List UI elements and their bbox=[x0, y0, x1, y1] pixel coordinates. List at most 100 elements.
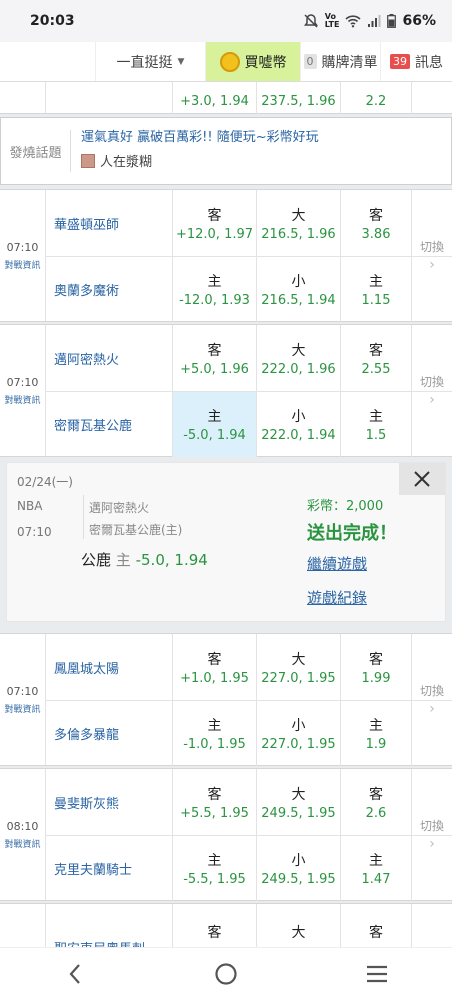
team-name[interactable]: 邁阿密熱火 bbox=[46, 325, 173, 391]
team-name[interactable]: 密爾瓦基公鹿 bbox=[46, 392, 173, 457]
match-info-link[interactable]: 對戰資訊 bbox=[4, 702, 40, 715]
match-info-link[interactable]: 對戰資訊 bbox=[4, 837, 40, 850]
odds-total[interactable]: 大 222.0, 1.96 bbox=[257, 325, 341, 391]
team-name[interactable]: 多倫多暴龍 bbox=[46, 701, 173, 766]
odds-spread[interactable]: 主 -5.5, 1.95 bbox=[173, 836, 257, 901]
odds-total[interactable]: 小 222.0, 1.94 bbox=[257, 392, 341, 457]
odds-moneyline[interactable]: 客 2.6 bbox=[341, 769, 412, 835]
recents-icon bbox=[366, 965, 387, 983]
team-name[interactable]: 克里夫蘭騎士 bbox=[46, 836, 173, 901]
buy-coins-button[interactable]: 買噓幣 bbox=[206, 42, 301, 81]
odds-moneyline[interactable]: 客 2.55 bbox=[341, 325, 412, 391]
odds-value: -1.0, 1.95 bbox=[183, 737, 246, 752]
volte-icon: Vo LTE bbox=[324, 12, 340, 29]
odds-moneyline[interactable]: 客 3.86 bbox=[341, 190, 412, 256]
odds-label: 大 bbox=[291, 651, 306, 668]
odds-spread[interactable]: 客 +12.0, 1.97 bbox=[173, 190, 257, 256]
popup-league: NBA bbox=[17, 499, 43, 513]
switch-label: 切換 bbox=[419, 375, 444, 389]
odds-value: -5.5, 1.95 bbox=[183, 872, 246, 887]
game-list: +3.0, 1.94 237.5, 1.96 2.2 發燒話題 運氣真好 贏破百… bbox=[0, 82, 452, 947]
game-card: 08:10 對戰資訊 曼斐斯灰熊 客 +5.5, 1.95 大 249.5, 1.9… bbox=[0, 768, 452, 901]
team-name[interactable]: 曼斐斯灰熊 bbox=[46, 769, 173, 835]
odds-label: 小 bbox=[291, 718, 306, 734]
game-card: 聖安東尼奧馬刺 客 大 客 bbox=[0, 903, 452, 947]
odds-spread[interactable]: 客 +5.0, 1.96 bbox=[173, 325, 257, 391]
odds-total[interactable]: 小 216.5, 1.94 bbox=[257, 257, 341, 322]
system-nav-bar bbox=[0, 947, 452, 1000]
chevron-right-icon: › bbox=[429, 701, 435, 717]
odds-value: 2.55 bbox=[361, 361, 391, 377]
odds-label: 大 bbox=[291, 207, 306, 224]
switch-label: 切換 bbox=[419, 819, 444, 833]
odds-label: 主 bbox=[207, 853, 222, 869]
switch-button[interactable]: 切換 › bbox=[412, 769, 452, 900]
odds-spread[interactable]: 主 -12.0, 1.93 bbox=[173, 257, 257, 322]
odds-moneyline[interactable]: 主 1.15 bbox=[341, 257, 412, 322]
odds-spread[interactable]: 客 +5.5, 1.95 bbox=[173, 769, 257, 835]
game-history-link[interactable]: 遊戲紀錄 bbox=[307, 587, 367, 608]
home-icon bbox=[215, 963, 237, 985]
back-button[interactable] bbox=[45, 954, 105, 994]
back-icon bbox=[69, 964, 81, 984]
odds-total[interactable]: 小 227.0, 1.95 bbox=[257, 701, 341, 766]
chevron-right-icon: › bbox=[429, 257, 435, 273]
popup-time: 07:10 bbox=[17, 525, 52, 539]
user-dropdown[interactable]: 一直挺挺 ▼ bbox=[96, 42, 206, 81]
odds-moneyline[interactable]: 主 1.47 bbox=[341, 836, 412, 901]
odds-moneyline[interactable]: 主 1.5 bbox=[341, 392, 412, 457]
game-time-column bbox=[0, 904, 46, 947]
match-info-link[interactable]: 對戰資訊 bbox=[4, 393, 40, 406]
odds-label: 客 bbox=[369, 651, 383, 668]
team-name[interactable]: 華盛頓巫師 bbox=[46, 190, 173, 256]
odds-total[interactable]: 大 249.5, 1.95 bbox=[257, 769, 341, 835]
battery-percent: 66% bbox=[402, 13, 436, 29]
odds-moneyline[interactable]: 主 1.9 bbox=[341, 701, 412, 766]
recents-button[interactable] bbox=[347, 954, 407, 994]
odds-label: 主 bbox=[207, 718, 222, 734]
team-name[interactable]: 奧蘭多魔術 bbox=[46, 257, 173, 322]
team-name[interactable] bbox=[46, 82, 173, 115]
switch-button[interactable]: 切換 › bbox=[412, 190, 452, 321]
odds-spread[interactable]: 客 +1.0, 1.95 bbox=[173, 634, 257, 700]
odds-label: 主 bbox=[207, 274, 222, 290]
continue-game-link[interactable]: 繼續遊戲 bbox=[307, 553, 367, 574]
team-name[interactable]: 聖安東尼奧馬刺 bbox=[46, 904, 173, 947]
switch-button[interactable]: 切換 › bbox=[412, 325, 452, 456]
messages-button[interactable]: 39 訊息 bbox=[381, 42, 452, 81]
odds-value: 1.5 bbox=[365, 428, 387, 443]
odds-spread[interactable]: 客 bbox=[173, 904, 257, 947]
odds-total[interactable]: 大 216.5, 1.96 bbox=[257, 190, 341, 256]
odds-spread-selected[interactable]: 主 -5.0, 1.94 bbox=[173, 392, 257, 457]
divider bbox=[83, 495, 84, 539]
odds-total[interactable]: 小 249.5, 1.95 bbox=[257, 836, 341, 901]
odds-label: 客 bbox=[207, 786, 222, 803]
odds-value: 249.5, 1.95 bbox=[261, 872, 336, 887]
odds-moneyline[interactable]: 2.2 bbox=[341, 82, 412, 115]
odds-total[interactable]: 大 227.0, 1.95 bbox=[257, 634, 341, 700]
match-info-link[interactable]: 對戰資訊 bbox=[4, 258, 40, 271]
odds-label: 客 bbox=[369, 342, 383, 359]
odds-label: 主 bbox=[369, 853, 383, 869]
odds-spread[interactable]: +3.0, 1.94 bbox=[173, 82, 257, 115]
odds-total[interactable]: 237.5, 1.96 bbox=[257, 82, 341, 115]
hot-topic-headline[interactable]: 運氣真好 贏破百萬彩!! 隨便玩~彩幣好玩 bbox=[81, 126, 319, 145]
close-button[interactable] bbox=[399, 463, 445, 495]
hot-topic-bar[interactable]: 發燒話題 運氣真好 贏破百萬彩!! 隨便玩~彩幣好玩 人在漿糊 bbox=[0, 117, 452, 185]
odds-total[interactable]: 大 bbox=[257, 904, 341, 947]
odds-value: 2.2 bbox=[365, 94, 387, 109]
odds-value: 249.5, 1.95 bbox=[261, 805, 336, 821]
odds-label: 客 bbox=[369, 207, 383, 224]
odds-moneyline[interactable]: 客 1.99 bbox=[341, 634, 412, 700]
odds-moneyline[interactable]: 客 bbox=[341, 904, 412, 947]
switch-button[interactable]: 切換 › bbox=[412, 634, 452, 765]
odds-spread[interactable]: 主 -1.0, 1.95 bbox=[173, 701, 257, 766]
team-name[interactable]: 鳳凰城太陽 bbox=[46, 634, 173, 700]
odds-value: 222.0, 1.94 bbox=[261, 428, 336, 443]
odds-value: +5.0, 1.96 bbox=[180, 361, 249, 377]
odds-label: 客 bbox=[207, 925, 222, 941]
odds-label: 小 bbox=[291, 409, 306, 425]
home-button[interactable] bbox=[196, 954, 256, 994]
game-time: 07:10 bbox=[6, 684, 39, 698]
cart-button[interactable]: 0 購牌清單 bbox=[301, 42, 381, 81]
